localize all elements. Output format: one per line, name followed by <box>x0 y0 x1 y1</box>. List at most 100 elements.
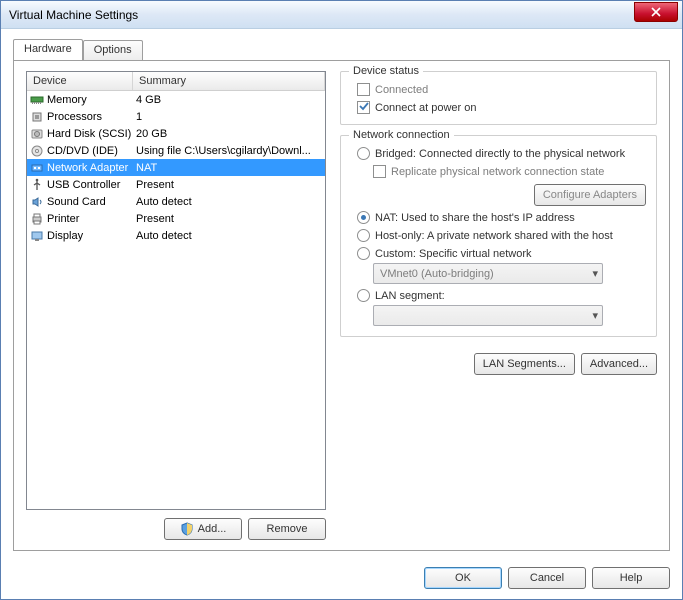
device-status-group: Device status Connected Connect at power… <box>340 71 657 125</box>
device-summary: Present <box>133 212 325 226</box>
lan-segment-radio[interactable] <box>357 289 370 302</box>
nat-label: NAT: Used to share the host's IP address <box>375 212 575 224</box>
bridged-radio[interactable] <box>357 147 370 160</box>
column-header-device[interactable]: Device <box>27 72 133 90</box>
custom-network-value: VMnet0 (Auto-bridging) <box>380 268 494 280</box>
tab-strip: Hardware Options <box>13 39 670 60</box>
add-button-label: Add... <box>198 523 227 535</box>
replicate-checkbox <box>373 165 386 178</box>
list-row-display[interactable]: Display Auto detect <box>27 227 325 244</box>
device-label: Network Adapter <box>47 162 128 174</box>
host-only-row: Host-only: A private network shared with… <box>357 229 646 242</box>
shield-icon <box>180 522 194 536</box>
right-column: Device status Connected Connect at power… <box>340 71 657 540</box>
network-connection-title: Network connection <box>349 129 454 141</box>
device-list: Device Summary Memory 4 GB Processors 1 <box>26 71 326 510</box>
configure-adapters-button: Configure Adapters <box>534 184 646 206</box>
connect-at-power-on-row: Connect at power on <box>357 101 646 114</box>
ok-button[interactable]: OK <box>424 567 502 589</box>
configure-adapters-label: Configure Adapters <box>543 189 637 201</box>
device-label: CD/DVD (IDE) <box>47 145 118 157</box>
close-icon <box>651 7 661 17</box>
list-row-usb-controller[interactable]: USB Controller Present <box>27 176 325 193</box>
usb-icon <box>30 178 44 192</box>
device-label: Sound Card <box>47 196 106 208</box>
tab-hardware[interactable]: Hardware <box>13 39 83 60</box>
printer-icon <box>30 212 44 226</box>
network-connection-group: Network connection Bridged: Connected di… <box>340 135 657 337</box>
list-body: Memory 4 GB Processors 1 Hard Disk (SCSI… <box>27 91 325 244</box>
hard-disk-icon <box>30 127 44 141</box>
left-column: Device Summary Memory 4 GB Processors 1 <box>26 71 326 540</box>
chevron-down-icon: ▾ <box>592 309 598 322</box>
device-label: USB Controller <box>47 179 120 191</box>
host-only-radio[interactable] <box>357 229 370 242</box>
device-label: Hard Disk (SCSI) <box>47 128 131 140</box>
list-row-sound-card[interactable]: Sound Card Auto detect <box>27 193 325 210</box>
host-only-label: Host-only: A private network shared with… <box>375 230 613 242</box>
connected-checkbox <box>357 83 370 96</box>
device-label: Printer <box>47 213 79 225</box>
cpu-icon <box>30 110 44 124</box>
bridged-label: Bridged: Connected directly to the physi… <box>375 148 625 160</box>
list-row-printer[interactable]: Printer Present <box>27 210 325 227</box>
settings-window: Virtual Machine Settings Hardware Option… <box>0 0 683 600</box>
list-header: Device Summary <box>27 72 325 91</box>
device-summary: Present <box>133 178 325 192</box>
column-header-summary[interactable]: Summary <box>133 72 325 90</box>
dialog-footer: OK Cancel Help <box>1 559 682 599</box>
device-label: Processors <box>47 111 102 123</box>
list-row-memory[interactable]: Memory 4 GB <box>27 91 325 108</box>
titlebar: Virtual Machine Settings <box>1 1 682 29</box>
nat-radio[interactable] <box>357 211 370 224</box>
device-label: Memory <box>47 94 87 106</box>
lan-segment-row: LAN segment: <box>357 289 646 302</box>
add-button[interactable]: Add... <box>164 518 242 540</box>
device-label: Display <box>47 230 83 242</box>
list-row-hard-disk[interactable]: Hard Disk (SCSI) 20 GB <box>27 125 325 142</box>
network-adapter-icon <box>30 161 44 175</box>
device-summary: 1 <box>133 110 325 124</box>
replicate-row: Replicate physical network connection st… <box>373 165 646 178</box>
connect-at-power-on-checkbox[interactable] <box>357 101 370 114</box>
device-summary: NAT <box>133 161 325 175</box>
radio-dot-icon <box>361 215 366 220</box>
nat-row: NAT: Used to share the host's IP address <box>357 211 646 224</box>
check-icon <box>359 101 369 114</box>
list-row-network-adapter[interactable]: Network Adapter NAT <box>27 159 325 176</box>
list-row-cd-dvd[interactable]: CD/DVD (IDE) Using file C:\Users\cgilard… <box>27 142 325 159</box>
ok-label: OK <box>455 572 471 584</box>
device-status-title: Device status <box>349 65 423 77</box>
cancel-label: Cancel <box>530 572 564 584</box>
device-summary: Using file C:\Users\cgilardy\Downl... <box>133 144 325 158</box>
help-button[interactable]: Help <box>592 567 670 589</box>
list-buttons: Add... Remove <box>26 518 326 540</box>
bridged-row: Bridged: Connected directly to the physi… <box>357 147 646 160</box>
close-button[interactable] <box>634 2 678 22</box>
remove-button-label: Remove <box>267 523 308 535</box>
advanced-button[interactable]: Advanced... <box>581 353 657 375</box>
list-row-processors[interactable]: Processors 1 <box>27 108 325 125</box>
device-summary: 20 GB <box>133 127 325 141</box>
connect-at-power-on-label: Connect at power on <box>375 102 477 114</box>
replicate-label: Replicate physical network connection st… <box>391 166 604 178</box>
tab-panel: Device Summary Memory 4 GB Processors 1 <box>13 60 670 551</box>
lan-segment-label: LAN segment: <box>375 290 445 302</box>
connected-row: Connected <box>357 83 646 96</box>
device-summary: Auto detect <box>133 195 325 209</box>
tab-options[interactable]: Options <box>83 40 143 61</box>
content-area: Hardware Options Device Summary Memory 4… <box>1 29 682 559</box>
lan-segment-select: ▾ <box>373 305 603 326</box>
custom-radio[interactable] <box>357 247 370 260</box>
custom-row: Custom: Specific virtual network <box>357 247 646 260</box>
window-title: Virtual Machine Settings <box>9 8 634 22</box>
chevron-down-icon: ▾ <box>592 267 598 280</box>
bridged-actions: Configure Adapters <box>351 184 646 206</box>
help-label: Help <box>620 572 643 584</box>
device-summary: 4 GB <box>133 93 325 107</box>
cancel-button[interactable]: Cancel <box>508 567 586 589</box>
remove-button[interactable]: Remove <box>248 518 326 540</box>
lan-segments-button[interactable]: LAN Segments... <box>474 353 575 375</box>
display-icon <box>30 229 44 243</box>
cd-dvd-icon <box>30 144 44 158</box>
